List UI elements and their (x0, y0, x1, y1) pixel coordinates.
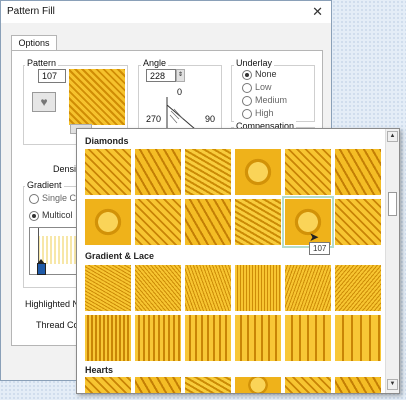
favorite-heart-button[interactable]: ♥ (32, 92, 56, 112)
pattern-picker-popup: Diamonds Gradient & Lace Hearts ▲ ▼ 107 … (76, 128, 400, 394)
gradient-color-stop[interactable] (37, 263, 46, 275)
pattern-tile[interactable] (185, 199, 231, 245)
section-gradient-lace: Gradient & Lace (85, 251, 155, 261)
pattern-tile[interactable] (85, 199, 131, 245)
pattern-number-field[interactable]: 107 (38, 69, 66, 83)
pattern-tile[interactable] (135, 265, 181, 311)
section-diamonds: Diamonds (85, 136, 129, 146)
scroll-up-icon[interactable]: ▲ (387, 131, 398, 142)
pattern-preview[interactable] (69, 69, 125, 125)
gradient-single-radio[interactable]: Single C (29, 193, 76, 204)
pattern-tile[interactable] (335, 377, 381, 393)
title-bar: Pattern Fill ✕ (1, 1, 331, 23)
thread-color-label: Thread Col (36, 320, 81, 330)
pattern-tile[interactable] (235, 149, 281, 195)
pattern-tile[interactable] (85, 315, 131, 361)
section-hearts: Hearts (85, 365, 114, 375)
pattern-tile[interactable] (335, 265, 381, 311)
pattern-tile[interactable] (185, 377, 231, 393)
tab-options[interactable]: Options (11, 35, 57, 51)
pattern-tile[interactable] (85, 149, 131, 195)
pattern-tile[interactable] (235, 315, 281, 361)
pattern-tile[interactable] (135, 149, 181, 195)
underlay-medium-radio[interactable]: Medium (242, 95, 287, 106)
underlay-none-radio[interactable]: None (242, 69, 277, 80)
pattern-tile[interactable] (135, 199, 181, 245)
underlay-low-radio[interactable]: Low (242, 82, 272, 93)
pattern-tile[interactable] (235, 377, 281, 393)
dialog-title: Pattern Fill (7, 6, 55, 17)
heart-icon: ♥ (40, 95, 48, 109)
pattern-tile[interactable] (235, 265, 281, 311)
pattern-tile[interactable] (135, 377, 181, 393)
pattern-tile[interactable] (285, 265, 331, 311)
scroll-down-icon[interactable]: ▼ (387, 379, 398, 390)
pattern-tile[interactable] (235, 199, 281, 245)
pattern-tile[interactable] (282, 196, 334, 248)
gradient-multi-radio[interactable]: Multicol (29, 210, 73, 221)
angle-group-label: Angle (141, 58, 169, 68)
pattern-tile[interactable] (135, 315, 181, 361)
angle-mark-0: 0 (177, 87, 183, 97)
pattern-tile[interactable] (285, 149, 331, 195)
underlay-high-radio[interactable]: High (242, 108, 274, 119)
angle-spinner[interactable]: ⇕ (176, 69, 185, 82)
mouse-cursor-icon: ➤ (309, 230, 320, 244)
pattern-tile[interactable] (285, 315, 331, 361)
pattern-tile[interactable] (85, 377, 131, 393)
angle-mark-90: 90 (205, 114, 216, 124)
pattern-tile[interactable] (335, 199, 381, 245)
pattern-group-label: Pattern (25, 58, 59, 68)
angle-value-field[interactable]: 228 (146, 69, 176, 82)
pattern-tile[interactable] (185, 149, 231, 195)
gradient-group-label: Gradient (25, 180, 64, 190)
highlighted-label: Highlighted N (25, 299, 80, 309)
pattern-tile[interactable] (335, 149, 381, 195)
pattern-tile[interactable] (335, 315, 381, 361)
popup-scrollbar[interactable]: ▲ ▼ (385, 129, 399, 393)
pattern-tile[interactable] (85, 265, 131, 311)
scroll-thumb[interactable] (388, 192, 397, 216)
angle-dial[interactable] (165, 97, 203, 131)
pattern-tile[interactable] (285, 377, 331, 393)
underlay-group-label: Underlay (234, 58, 275, 68)
stop-marker-icon (37, 259, 45, 264)
pattern-grid: Diamonds Gradient & Lace Hearts (77, 129, 386, 393)
angle-mark-270: 270 (146, 114, 162, 124)
pattern-tile[interactable] (185, 315, 231, 361)
close-icon[interactable]: ✕ (312, 4, 323, 20)
pattern-tile[interactable] (185, 265, 231, 311)
